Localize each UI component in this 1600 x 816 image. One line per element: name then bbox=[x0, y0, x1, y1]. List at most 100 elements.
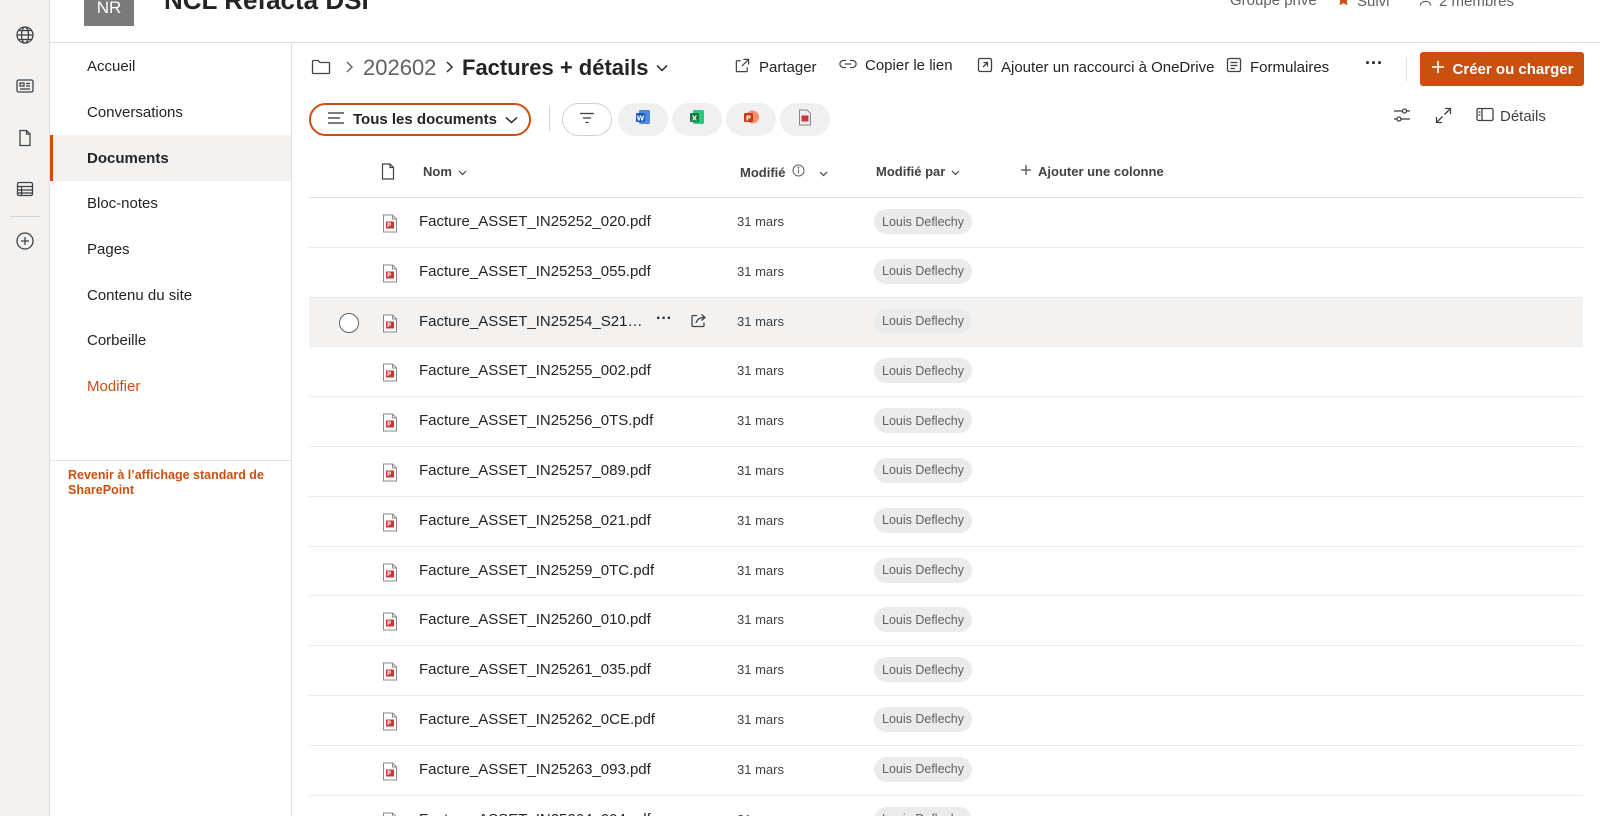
file-modified-by[interactable]: Louis Deflechy bbox=[874, 209, 972, 234]
file-name[interactable]: Facture_ASSET_IN25262_0CE.pdf bbox=[419, 711, 655, 728]
file-modified-by[interactable]: Louis Deflechy bbox=[874, 607, 972, 633]
file-modified-by[interactable]: Louis Deflechy bbox=[874, 557, 972, 583]
file-name[interactable]: Facture_ASSET_IN25253_055.pdf bbox=[419, 263, 651, 280]
add-circle-icon[interactable] bbox=[12, 228, 38, 254]
row-more-actions-button[interactable]: ··· bbox=[656, 310, 672, 328]
filter-excel-button[interactable]: X bbox=[672, 103, 722, 136]
nav-item-documents[interactable]: Documents bbox=[50, 135, 291, 181]
file-type-column-header[interactable] bbox=[381, 163, 395, 183]
forms-button[interactable]: Formulaires bbox=[1226, 57, 1329, 77]
file-modified-by[interactable]: Louis Deflechy bbox=[874, 657, 972, 683]
file-modified-by[interactable]: Louis Deflechy bbox=[874, 258, 972, 284]
file-modified-by[interactable]: Louis Deflechy bbox=[874, 706, 972, 732]
file-name[interactable]: Facture_ASSET_IN25257_089.pdf bbox=[419, 462, 651, 479]
row-select-checkbox[interactable] bbox=[339, 312, 359, 333]
file-modified-by[interactable]: Louis Deflechy bbox=[874, 806, 972, 816]
column-header-name[interactable]: Nom bbox=[423, 164, 467, 179]
add-icon bbox=[1431, 60, 1445, 78]
breadcrumb-current[interactable]: Factures + détails bbox=[462, 55, 669, 81]
powerpoint-icon: P bbox=[742, 108, 760, 131]
file-name[interactable]: Facture_ASSET_IN25260_010.pdf bbox=[419, 611, 651, 628]
members-label: 2 membres bbox=[1439, 0, 1515, 10]
more-commands-button[interactable]: ··· bbox=[1365, 53, 1383, 74]
column-header-modified-by[interactable]: Modifié par bbox=[876, 164, 960, 179]
file-row[interactable]: Facture_ASSET_IN25253_055.pdf 31 mars Lo… bbox=[309, 248, 1583, 298]
view-selector[interactable]: Tous les documents bbox=[309, 103, 531, 136]
file-name[interactable]: Facture_ASSET_IN25254_S21.pdf bbox=[419, 313, 644, 330]
nav-item-contenu-du-site[interactable]: Contenu du site bbox=[50, 272, 291, 318]
file-row[interactable]: Facture_ASSET_IN25254_S21.pdf 31 mars Lo… bbox=[309, 297, 1583, 348]
file-name[interactable]: Facture_ASSET_IN25258_021.pdf bbox=[419, 512, 651, 529]
view-options-button[interactable] bbox=[1393, 107, 1411, 127]
file-name[interactable]: Facture_ASSET_IN25259_0TC.pdf bbox=[419, 562, 654, 579]
file-modified-by[interactable]: Louis Deflechy bbox=[874, 358, 972, 384]
nav-item-pages[interactable]: Pages bbox=[50, 226, 291, 272]
globe-icon[interactable] bbox=[12, 22, 38, 48]
file-row[interactable]: Facture_ASSET_IN25257_089.pdf 31 mars Lo… bbox=[309, 447, 1583, 497]
breadcrumb-folder[interactable]: 202602 bbox=[363, 55, 436, 81]
copy-link-button[interactable]: Copier le lien bbox=[839, 57, 953, 74]
nav-item-label: Accueil bbox=[87, 57, 136, 75]
file-modified: 31 mars bbox=[737, 562, 784, 578]
file-row[interactable]: Facture_ASSET_IN25263_093.pdf 31 mars Lo… bbox=[309, 746, 1583, 796]
document-icon[interactable] bbox=[12, 125, 38, 151]
add-shortcut-label: Ajouter un raccourci à OneDrive bbox=[1001, 58, 1215, 76]
follow-button[interactable]: Suivi bbox=[1336, 0, 1390, 11]
file-name[interactable]: Facture_ASSET_IN25261_035.pdf bbox=[419, 661, 651, 678]
row-share-icon[interactable] bbox=[690, 312, 708, 333]
classic-view-link[interactable]: Revenir à l’affichage standard de ShareP… bbox=[68, 468, 283, 498]
file-row[interactable]: Facture_ASSET_IN25258_021.pdf 31 mars Lo… bbox=[309, 497, 1583, 547]
members-button[interactable]: 2 membres bbox=[1418, 0, 1514, 11]
file-name[interactable]: Facture_ASSET_IN25255_002.pdf bbox=[419, 362, 651, 379]
file-name[interactable]: Facture_ASSET_IN25256_0TS.pdf bbox=[419, 412, 653, 429]
share-button[interactable]: Partager bbox=[734, 57, 817, 78]
details-button[interactable]: Détails bbox=[1476, 107, 1546, 126]
file-name[interactable]: Facture_ASSET_IN25263_093.pdf bbox=[419, 761, 651, 778]
site-logo[interactable]: NR bbox=[84, 0, 134, 26]
nav-edit-link[interactable]: Modifier bbox=[50, 363, 291, 409]
file-row[interactable]: Facture_ASSET_IN25252_020.pdf 31 mars Lo… bbox=[309, 198, 1583, 248]
file-name[interactable]: Facture_ASSET_IN25264_004.pdf bbox=[419, 811, 651, 816]
add-shortcut-button[interactable]: Ajouter un raccourci à OneDrive bbox=[977, 57, 1214, 77]
create-upload-button[interactable]: Créer ou charger bbox=[1420, 52, 1584, 86]
filter-button[interactable] bbox=[562, 103, 612, 136]
file-modified: 31 mars bbox=[737, 462, 784, 478]
file-row[interactable]: Facture_ASSET_IN25255_002.pdf 31 mars Lo… bbox=[309, 347, 1583, 398]
file-modified-by[interactable]: Louis Deflechy bbox=[874, 457, 972, 483]
file-modified-by[interactable]: Louis Deflechy bbox=[874, 308, 972, 334]
file-row[interactable]: Facture_ASSET_IN25260_010.pdf 31 mars Lo… bbox=[309, 596, 1583, 647]
fullscreen-button[interactable] bbox=[1435, 107, 1452, 128]
file-row[interactable]: Facture_ASSET_IN25256_0TS.pdf 31 mars Lo… bbox=[309, 397, 1583, 447]
column-header-modified[interactable]: Modifié bbox=[740, 164, 828, 180]
file-modified-by[interactable]: Louis Deflechy bbox=[874, 507, 972, 533]
nav-divider bbox=[50, 460, 291, 461]
file-modified: 31 mars bbox=[737, 413, 784, 429]
file-modified-by[interactable]: Louis Deflechy bbox=[874, 408, 972, 434]
list-icon[interactable] bbox=[12, 176, 38, 202]
nav-item-conversations[interactable]: Conversations bbox=[50, 89, 291, 135]
nav-item-bloc-notes[interactable]: Bloc-notes bbox=[50, 180, 291, 226]
site-header: NR NCL Refacta DSI Groupe privé Suivi 2 … bbox=[50, 0, 1600, 43]
breadcrumb-current-label: Factures + détails bbox=[462, 55, 649, 80]
nav-item-corbeille[interactable]: Corbeille bbox=[50, 317, 291, 363]
nav-item-accueil[interactable]: Accueil bbox=[50, 43, 291, 89]
file-row[interactable]: Facture_ASSET_IN25259_0TC.pdf 31 mars Lo… bbox=[309, 547, 1583, 597]
filter-pdf-button[interactable] bbox=[780, 103, 830, 136]
news-icon[interactable] bbox=[12, 73, 38, 99]
chevron-right-icon bbox=[444, 60, 454, 74]
file-row[interactable]: Facture_ASSET_IN25264_004.pdf 31 mars Lo… bbox=[309, 796, 1583, 816]
pdf-file-icon bbox=[382, 712, 398, 736]
file-row[interactable]: Facture_ASSET_IN25261_035.pdf 31 mars Lo… bbox=[309, 646, 1583, 696]
add-column-button[interactable]: Ajouter une colonne bbox=[1020, 164, 1164, 179]
folder-icon[interactable] bbox=[311, 58, 331, 76]
filter-powerpoint-button[interactable]: P bbox=[726, 103, 776, 136]
group-type-label: Groupe privé bbox=[1230, 0, 1317, 9]
site-title[interactable]: NCL Refacta DSI bbox=[164, 0, 369, 16]
info-icon[interactable] bbox=[792, 164, 805, 180]
file-row[interactable]: Facture_ASSET_IN25262_0CE.pdf 31 mars Lo… bbox=[309, 696, 1583, 746]
details-pane-icon bbox=[1476, 107, 1494, 126]
word-icon: W bbox=[634, 108, 652, 131]
file-modified-by[interactable]: Louis Deflechy bbox=[874, 756, 972, 782]
filter-word-button[interactable]: W bbox=[618, 103, 668, 136]
file-name[interactable]: Facture_ASSET_IN25252_020.pdf bbox=[419, 213, 651, 230]
